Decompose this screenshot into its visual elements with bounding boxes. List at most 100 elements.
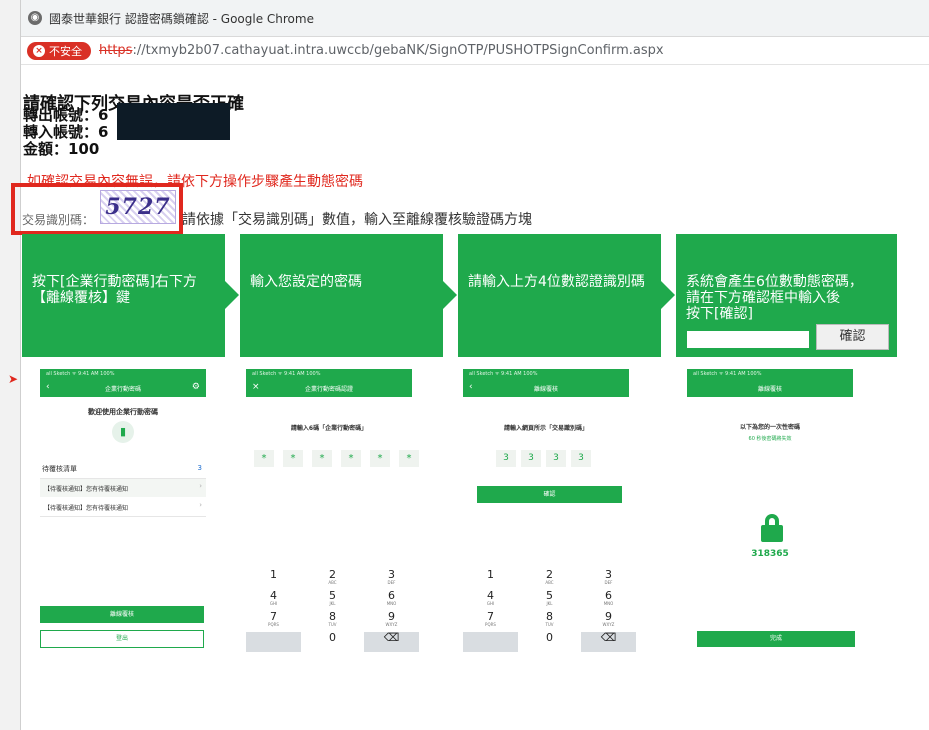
key-letters: ABC — [328, 580, 337, 585]
star-cell: * — [283, 450, 303, 467]
step-1: 按下[企業行動密碼]右下方 【離線覆核】鍵 — [22, 234, 239, 357]
key-number: 1 — [487, 568, 494, 581]
title-bar: ◉ 國泰世華銀行 認證密碼鎖確認 - Google Chrome — [21, 0, 929, 37]
welcome-text: 歡迎使用企業行動密碼 — [88, 408, 158, 416]
step-arrow — [443, 281, 457, 309]
left-panel-strip: ➤ — [0, 0, 21, 730]
star-cell: * — [254, 450, 274, 467]
steps-row: 按下[企業行動密碼]右下方 【離線覆核】鍵 輸入您設定的密碼 請輸入上方4位數認… — [22, 234, 899, 357]
status-bar: all Sketch ᯤ 9:41 AM 100% — [693, 371, 762, 377]
keypad-key[interactable]: 0 — [522, 632, 577, 652]
keypad-key[interactable]: 6 MNO — [581, 590, 636, 610]
offline-review-button[interactable]: 離線覆核 — [40, 606, 204, 623]
status-bar: all Sketch ᯤ 9:41 AM 100% — [252, 371, 321, 377]
keypad-key[interactable]: 4 GHI — [463, 590, 518, 610]
keypad-key[interactable]: 0 — [305, 632, 360, 652]
chevron-right-icon: › — [199, 501, 202, 509]
address-bar[interactable]: × 不安全 https://txmyb2b07.cathayuat.intra.… — [21, 37, 929, 65]
keypad-key[interactable] — [246, 632, 301, 652]
chrome-site-icon: ◉ — [28, 11, 42, 25]
key-letters: WXYZ — [602, 622, 615, 627]
keypad-key[interactable]: 7 PQRS — [246, 611, 301, 631]
status-bar: all Sketch ᯤ 9:41 AM 100% — [46, 371, 115, 377]
key-letters: GHI — [269, 601, 278, 606]
logout-button[interactable]: 登出 — [40, 630, 204, 648]
phone-header: all Sketch ᯤ 9:41 AM 100% × 企業行動密碼認證 — [246, 369, 412, 397]
phone-header: all Sketch ᯤ 9:41 AM 100% 離線覆核 — [687, 369, 853, 397]
otp-input[interactable] — [687, 331, 809, 348]
phone-title: 企業行動密碼認證 — [304, 386, 353, 393]
digit-cell: 3 — [546, 450, 566, 467]
star-cell: * — [399, 450, 419, 467]
key-letters: TUV — [545, 622, 554, 627]
arrow-right-icon: ➤ — [8, 372, 19, 386]
otp-code: 318365 — [751, 549, 789, 559]
list-count: 3 — [197, 464, 202, 472]
highlight-box — [11, 183, 183, 235]
keypad-key[interactable]: 1 — [246, 569, 301, 589]
out-account: 轉出帳號：6 — [23, 106, 109, 124]
in-account: 轉入帳號：6 — [23, 123, 109, 141]
insecure-badge[interactable]: × 不安全 — [27, 41, 91, 60]
keypad-key[interactable]: ⌫ — [581, 632, 636, 652]
keypad-key[interactable]: ⌫ — [364, 632, 419, 652]
star-cell: * — [370, 450, 390, 467]
digit-cell: 3 — [521, 450, 541, 467]
keypad-key[interactable]: 5 JKL — [522, 590, 577, 610]
done-button[interactable]: 完成 — [697, 631, 855, 647]
unlock-icon — [761, 514, 783, 542]
digit-cell: 3 — [571, 450, 591, 467]
step-3-text: 請輸入上方4位數認證識別碼 — [468, 274, 645, 290]
key-number: ⌫ — [600, 631, 617, 644]
url-text[interactable]: https://txmyb2b07.cathayuat.intra.uwccb/… — [99, 43, 664, 58]
keypad-key[interactable]: 5 JKL — [305, 590, 360, 610]
key-letters: PQRS — [485, 622, 496, 627]
step-2-text: 輸入您設定的密碼 — [250, 274, 362, 290]
phone-header: all Sketch ᯤ 9:41 AM 100% ‹ 離線覆核 — [463, 369, 629, 397]
key-letters: DEF — [604, 580, 613, 585]
keypad-key[interactable]: 7 PQRS — [463, 611, 518, 631]
url-scheme: https — [99, 43, 133, 58]
keypad-key[interactable]: 4 GHI — [246, 590, 301, 610]
keypad-key[interactable]: 1 — [463, 569, 518, 589]
list-row-2[interactable]: 【待覆核通知】您有待覆核通知 — [44, 503, 128, 512]
keypad-key[interactable]: 6 MNO — [364, 590, 419, 610]
divider — [40, 516, 206, 517]
keypad-key[interactable] — [463, 632, 518, 652]
status-bar: all Sketch ᯤ 9:41 AM 100% — [469, 371, 538, 377]
step-4-text: 系統會產生6位數動態密碼， 請在下方確認框中輸入後 按下[確認] — [686, 274, 863, 322]
chevron-right-icon: › — [199, 482, 202, 490]
amount: 金額：100 — [23, 140, 100, 158]
phone-title: 企業行動密碼 — [104, 386, 141, 393]
step-arrow — [225, 281, 239, 309]
digit-cell: 3 — [496, 450, 516, 467]
redaction-block — [117, 103, 230, 140]
step-2: 輸入您設定的密碼 — [240, 234, 457, 357]
keypad-key[interactable]: 8 TUV — [305, 611, 360, 631]
star-cell: * — [341, 450, 361, 467]
confirm-button[interactable]: 確認 — [816, 324, 889, 350]
keypad-key[interactable]: 2 ABC — [522, 569, 577, 589]
keypad-key[interactable]: 9 WXYZ — [364, 611, 419, 631]
phone-title: 離線覆核 — [757, 386, 782, 393]
phone-header: all Sketch ᯤ 9:41 AM 100% ‹ 企業行動密碼 ⚙ — [40, 369, 206, 397]
keypad-key[interactable]: 3 DEF — [581, 569, 636, 589]
key-letters: GHI — [486, 601, 495, 606]
browser-window: ➤ ◉ 國泰世華銀行 認證密碼鎖確認 - Google Chrome × 不安全… — [0, 0, 929, 730]
insecure-label: 不安全 — [49, 44, 82, 58]
keypad-key[interactable]: 9 WXYZ — [581, 611, 636, 631]
step-1-text: 按下[企業行動密碼]右下方 【離線覆核】鍵 — [32, 274, 197, 306]
key-number: ⌫ — [383, 631, 400, 644]
gear-icon: ⚙ — [191, 382, 200, 392]
phone-screen-3: all Sketch ᯤ 9:41 AM 100% ‹ 離線覆核 請輸入網頁所示… — [463, 369, 636, 669]
step-arrow — [661, 281, 675, 309]
keypad-key[interactable]: 8 TUV — [522, 611, 577, 631]
captcha-instruction: 請依據「交易識別碼」數值，輸入至離線覆核驗證碼方塊 — [182, 212, 532, 228]
list-row-1[interactable]: 【待覆核通知】您有待覆核通知 — [44, 484, 128, 493]
step-4: 系統會產生6位數動態密碼， 請在下方確認框中輸入後 按下[確認] 確認 — [676, 234, 897, 357]
keypad-key[interactable]: 3 DEF — [364, 569, 419, 589]
key-letters: MNO — [603, 601, 614, 606]
keypad-key[interactable]: 2 ABC — [305, 569, 360, 589]
phone-confirm-button[interactable]: 確認 — [477, 486, 622, 503]
otp-prompt: 以下為您的一次性密碼 — [739, 424, 800, 431]
